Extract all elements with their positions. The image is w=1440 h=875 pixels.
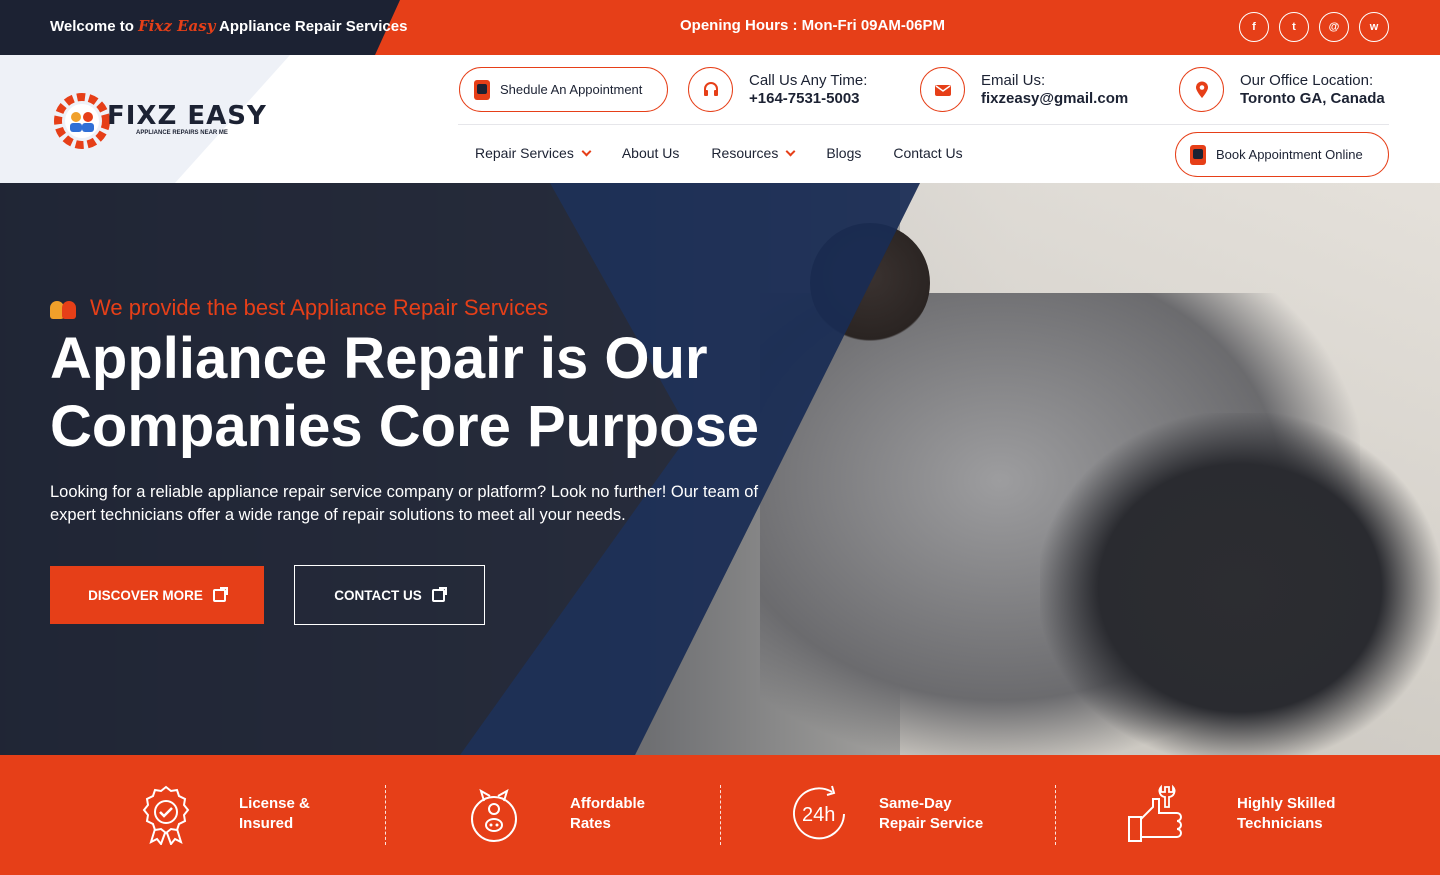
schedule-appointment-button[interactable]: Shedule An Appointment — [459, 67, 668, 112]
office-label: Our Office Location: — [1240, 72, 1374, 89]
gear-logo-icon — [54, 93, 110, 149]
feature-divider — [1055, 785, 1056, 845]
schedule-appointment-label: Shedule An Appointment — [500, 82, 643, 97]
opening-hours: Opening Hours : Mon-Fri 09AM-06PM — [680, 17, 946, 34]
nav-item-label: Resources — [711, 145, 779, 161]
chevron-down-icon — [785, 146, 796, 156]
hero-eyebrow: We provide the best Appliance Repair Ser… — [50, 295, 548, 321]
office-location: Toronto GA, Canada — [1240, 90, 1385, 107]
nav-item-blogs[interactable]: Blogs — [826, 145, 861, 161]
email-at-icon[interactable]: @ — [1319, 12, 1349, 42]
thumbs-up-wrench-icon — [1128, 784, 1182, 842]
book-appointment-label: Book Appointment Online — [1216, 147, 1363, 162]
phone-book-icon — [1190, 144, 1206, 165]
call-info[interactable]: Call Us Any Time: +164-7531-5003 — [688, 67, 867, 112]
welcome-prefix: Welcome to — [50, 18, 139, 35]
email-address[interactable]: fixzeasy@gmail.com — [981, 90, 1128, 107]
hero-section: We provide the best Appliance Repair Ser… — [0, 183, 1440, 755]
clock-24-label: 24h — [802, 804, 835, 826]
nav-item-about-us[interactable]: About Us — [622, 145, 680, 161]
external-link-icon — [431, 586, 447, 602]
contact-us-label: CONTACT US — [334, 587, 422, 603]
external-link-icon — [212, 586, 228, 602]
book-appointment-button[interactable]: Book Appointment Online — [1175, 132, 1389, 177]
feature-label: Affordable Rates — [570, 795, 645, 832]
contact-us-button[interactable]: CONTACT US — [294, 565, 485, 625]
feature-divider — [385, 785, 386, 845]
hero-description: Looking for a reliable appliance repair … — [50, 483, 759, 524]
piggy-bank-icon — [471, 788, 517, 842]
nav-item-label: Blogs — [826, 145, 862, 161]
logo-tagline: APPLIANCE REPAIRS NEAR ME — [136, 130, 228, 136]
twitter-icon[interactable]: t — [1279, 12, 1309, 42]
certificate-badge-icon — [142, 785, 190, 845]
header-divider — [458, 124, 1389, 125]
site-header: FIXZ EASY APPLIANCE REPAIRS NEAR ME Shed… — [0, 55, 1440, 183]
feature-skilled-technicians: Highly Skilled Technicians — [1125, 783, 1335, 845]
nav-item-resources[interactable]: Resources — [711, 145, 796, 161]
welcome-brand: Fixz Easy — [138, 17, 216, 35]
whatsapp-icon[interactable]: w — [1359, 12, 1389, 42]
phone-book-icon — [474, 79, 490, 100]
feature-label: License & Insured — [239, 795, 310, 832]
social-links: f t @ w — [1239, 12, 1389, 42]
headset-icon — [688, 67, 733, 112]
technicians-icon — [50, 297, 78, 319]
welcome-text: Welcome to Fixz Easy Appliance Repair Se… — [50, 17, 407, 35]
features-strip: License & Insured Affordable Rates 24h S… — [0, 755, 1440, 875]
call-number[interactable]: +164-7531-5003 — [749, 90, 867, 107]
feature-license-insured: License & Insured — [135, 783, 310, 845]
top-bar: Welcome to Fixz Easy Appliance Repair Se… — [0, 0, 1440, 55]
call-label: Call Us Any Time: — [749, 72, 868, 89]
nav-item-label: Repair Services — [475, 145, 574, 161]
facebook-icon[interactable]: f — [1239, 12, 1269, 42]
main-nav: Repair Services About Us Resources Blogs… — [475, 145, 963, 161]
feature-label: Same-Day Repair Service — [879, 795, 984, 832]
envelope-icon — [920, 67, 965, 112]
24h-clock-icon: 24h — [793, 785, 845, 840]
discover-more-button[interactable]: DISCOVER MORE — [50, 566, 264, 624]
feature-divider — [720, 785, 721, 845]
welcome-suffix: Appliance Repair Services — [215, 18, 408, 35]
email-label: Email Us: — [981, 72, 1046, 89]
hero-title: Appliance Repair is Our Companies Core P… — [50, 326, 760, 459]
hero-technician-apron — [1040, 413, 1440, 755]
nav-item-label: Contact Us — [893, 145, 963, 161]
chevron-down-icon — [581, 146, 592, 156]
site-logo[interactable]: FIXZ EASY APPLIANCE REPAIRS NEAR ME — [52, 83, 272, 158]
feature-affordable-rates: Affordable Rates — [466, 783, 645, 845]
office-info[interactable]: Our Office Location: Toronto GA, Canada — [1179, 67, 1385, 112]
feature-label: Highly Skilled Technicians — [1237, 795, 1336, 832]
feature-same-day-repair: 24h Same-Day Repair Service — [788, 783, 983, 845]
logo-wordmark: FIXZ EASY — [107, 101, 267, 131]
discover-more-label: DISCOVER MORE — [88, 587, 203, 603]
nav-item-repair-services[interactable]: Repair Services — [475, 145, 592, 161]
location-pin-icon — [1179, 67, 1224, 112]
hero-eyebrow-text: We provide the best Appliance Repair Ser… — [90, 295, 549, 320]
nav-item-label: About Us — [621, 145, 680, 161]
nav-item-contact-us[interactable]: Contact Us — [893, 145, 962, 161]
email-info[interactable]: Email Us: fixzeasy@gmail.com — [920, 67, 1128, 112]
